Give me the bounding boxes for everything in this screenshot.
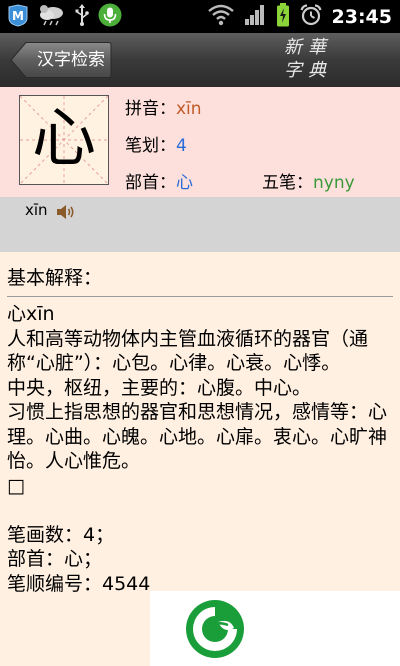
app-logo: 新華 字典	[278, 36, 338, 82]
definition-text: 心xīn 人和高等动物体内主管血液循环的器官（通称“心脏”）：心包。心律。心衰。…	[7, 303, 388, 595]
alarm-icon	[299, 3, 322, 30]
strokes-label: 笔划：	[125, 136, 176, 156]
pronunciation-strip: xīn	[0, 197, 400, 252]
character-info-panel: 心 拼音：xīn 笔划：4 部首：心 五笔：nyny	[0, 87, 400, 197]
app-logo-line1: 新華	[284, 37, 332, 58]
microphone-icon	[98, 3, 122, 31]
pinyin-label: 拼音：	[125, 99, 176, 119]
radical-label: 部首：	[125, 173, 176, 193]
wubi-row: 五笔：nyny	[262, 168, 355, 193]
section-divider	[7, 296, 393, 297]
signal-icon	[244, 4, 266, 30]
speaker-icon[interactable]	[56, 203, 76, 225]
app-badge-card[interactable]	[150, 591, 400, 666]
radical-row: 部首：心	[125, 168, 193, 193]
status-bar: M 23:45	[0, 0, 400, 33]
radical-value[interactable]: 心	[176, 173, 193, 193]
maps-icon: M	[6, 3, 30, 31]
leaf-logo-icon	[186, 600, 244, 658]
status-time: 23:45	[331, 5, 392, 28]
svg-text:M: M	[12, 9, 24, 23]
section-title: 基本解释：	[7, 267, 103, 289]
strokes-row: 笔划：4	[125, 131, 187, 156]
wubi-value: nyny	[313, 173, 355, 193]
wifi-icon	[207, 4, 234, 30]
status-bar-left: M	[6, 3, 122, 31]
character-box: 心	[19, 95, 109, 185]
status-bar-right: 23:45	[207, 2, 392, 31]
wubi-label: 五笔：	[262, 173, 313, 193]
app-logo-line2: 字典	[284, 60, 332, 81]
back-button[interactable]: 汉字检索	[10, 41, 112, 79]
title-bar: 汉字检索 新華 字典	[0, 33, 400, 87]
character-glyph: 心	[32, 102, 96, 176]
weather-icon	[38, 3, 66, 31]
pronunciation-text: xīn	[25, 201, 48, 219]
pinyin-row: 拼音：xīn	[125, 94, 202, 119]
usb-icon	[74, 3, 90, 31]
battery-charging-icon	[276, 2, 290, 31]
pinyin-value: xīn	[176, 99, 202, 119]
back-button-label: 汉字检索	[37, 50, 105, 70]
strokes-value: 4	[176, 136, 187, 156]
